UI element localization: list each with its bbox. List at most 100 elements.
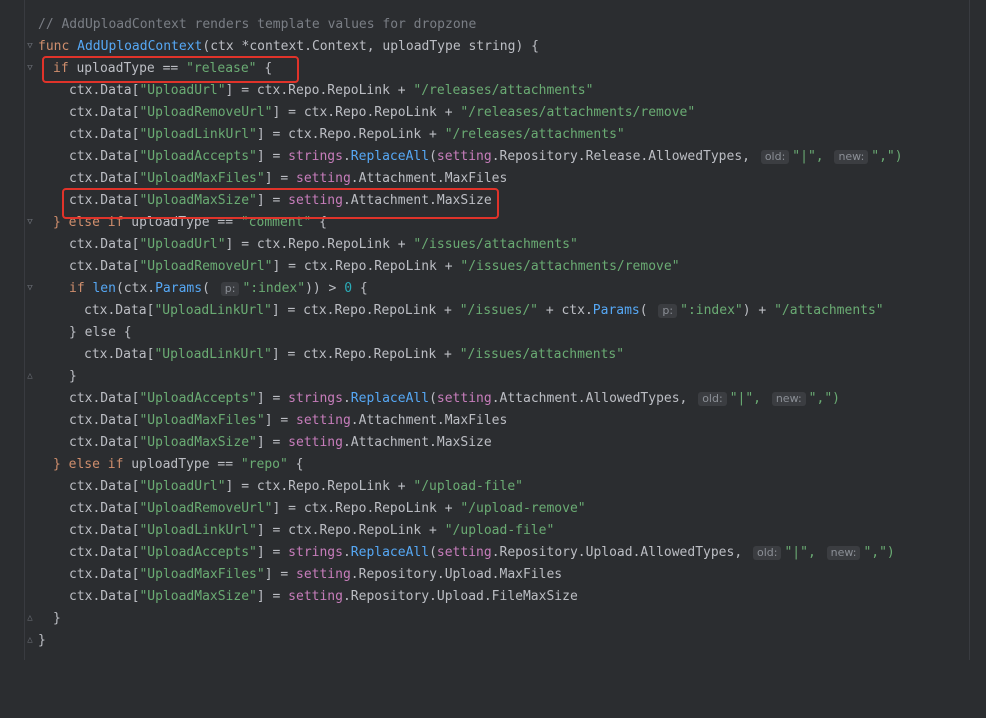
comma-string: ",") [871,149,903,164]
key-upload-remove-url: "UploadRemoveUrl" [139,259,273,274]
fold-collapse-icon[interactable]: ▽ [25,41,35,52]
code-line[interactable]: ctx.Data["UploadAccepts"] = strings.Repl… [0,388,986,410]
param-hint-old: old: [760,150,790,164]
fold-end-icon[interactable]: △ [25,613,35,624]
key-upload-link-url: "UploadLinkUrl" [154,303,272,318]
code-line[interactable]: ctx.Data["UploadRemoveUrl"] = ctx.Repo.R… [0,102,986,124]
code-line[interactable]: ctx.Data["UploadRemoveUrl"] = ctx.Repo.R… [0,498,986,520]
field-path: .Repository.Upload.MaxFiles [350,567,563,582]
function-params: (ctx *context.Context, uploadType string… [202,39,539,54]
code-line[interactable]: ctx.Data["UploadMaxFiles"] = setting.Rep… [0,564,986,586]
if-condition: uploadType == [123,215,241,230]
code-editor[interactable]: // AddUploadContext renders template val… [0,0,986,660]
code-line[interactable]: } else if uploadType == "repo" { [0,454,986,476]
code-line[interactable]: ▽ if len(ctx.Params( p: ":index")) > 0 { [0,278,986,300]
ctx-data: ctx.Data[ [69,413,140,428]
ctx-data: ctx.Data[ [69,83,140,98]
key-upload-accepts: "UploadAccepts" [139,149,257,164]
assign: ] = [256,149,289,164]
ctx-data: ctx.Data[ [69,545,140,560]
path-string: "/issues/" [459,303,538,318]
zero-number: 0 [344,281,353,296]
field-path: .Attachment.MaxSize [342,435,492,450]
ctx-data: ctx.Data[ [69,237,140,252]
code-line[interactable]: ctx.Data["UploadLinkUrl"] = ctx.Repo.Rep… [0,344,986,366]
code-line[interactable]: ▽ func AddUploadContext(ctx *context.Con… [0,36,986,58]
replace-all-fn: ReplaceAll [350,391,430,406]
replace-all-fn: ReplaceAll [350,545,430,560]
param-hint-new: new: [834,150,869,164]
open-brace: { [287,457,304,472]
param-hint-new: new: [826,546,861,560]
ctx-data: ctx.Data[ [69,105,140,120]
code-line[interactable]: ctx.Data["UploadMaxFiles"] = setting.Att… [0,168,986,190]
pipe-string: "|", [792,149,824,164]
else-if-keyword: } else if [53,215,124,230]
code-line[interactable]: ctx.Data["UploadLinkUrl"] = ctx.Repo.Rep… [0,124,986,146]
ctx-data: ctx.Data[ [69,149,140,164]
else-if-keyword: } else if [53,457,124,472]
code-line[interactable]: ctx.Data["UploadLinkUrl"] = ctx.Repo.Rep… [0,520,986,542]
ctx-data: ctx.Data[ [69,567,140,582]
code-line[interactable]: ctx.Data["UploadUrl"] = ctx.Repo.RepoLin… [0,80,986,102]
fold-collapse-icon[interactable]: ▽ [25,283,35,294]
key-upload-accepts: "UploadAccepts" [139,391,257,406]
setting-package: setting [296,567,351,582]
code-line[interactable]: ctx.Data["UploadLinkUrl"] = ctx.Repo.Rep… [0,300,986,322]
open-brace: { [311,215,327,230]
assign: ] = [271,347,304,362]
func-keyword: func [38,39,70,54]
key-upload-link-url: "UploadLinkUrl" [139,523,257,538]
fold-collapse-icon[interactable]: ▽ [25,217,35,228]
code-line[interactable]: // AddUploadContext renders template val… [0,14,986,36]
code-line[interactable]: ▽ } else if uploadType == "comment" { [0,212,986,234]
code-line[interactable]: ctx.Data["UploadMaxSize"] = setting.Atta… [0,432,986,454]
code-line[interactable]: ctx.Data["UploadRemoveUrl"] = ctx.Repo.R… [0,256,986,278]
key-upload-url: "UploadUrl" [139,479,226,494]
key-upload-url: "UploadUrl" [139,237,226,252]
param-hint-p: p: [220,282,240,296]
path-string: "/upload-file" [413,479,523,494]
if-keyword: if [53,61,69,76]
code-line[interactable]: ctx.Data["UploadMaxSize"] = setting.Atta… [0,190,986,212]
assign: ] = [256,545,289,560]
setting-package: setting [288,193,343,208]
ctx-data: ctx.Data[ [69,589,140,604]
code-line[interactable]: ▽ if uploadType == "release" { [0,58,986,80]
assign: ] = [264,567,296,582]
function-name: AddUploadContext [77,39,203,54]
strings-package: strings [288,149,343,164]
fold-collapse-icon[interactable]: ▽ [25,63,35,74]
code-line[interactable]: △ } [0,608,986,630]
fold-end-icon[interactable]: △ [25,371,35,382]
assign: ] = [256,193,289,208]
assign: ] = [272,259,304,274]
close-brace: } [53,611,61,626]
fold-end-icon[interactable]: △ [25,635,35,646]
repo-link: ctx.Repo.RepoLink + [288,523,445,538]
code-line[interactable]: ctx.Data["UploadUrl"] = ctx.Repo.RepoLin… [0,234,986,256]
code-line[interactable]: ctx.Data["UploadMaxFiles"] = setting.Att… [0,410,986,432]
ctx-data: ctx.Data[ [69,435,140,450]
setting-package: setting [436,545,492,560]
param-hint-p: p: [658,304,678,318]
repo-link: ctx.Repo.RepoLink + [256,479,414,494]
repo-link: ctx.Repo.RepoLink + [303,105,461,120]
path-string: "/attachments" [774,303,884,318]
pipe-string: "|", [729,391,761,406]
code-line[interactable]: } else { [0,322,986,344]
assign: ] = [256,589,289,604]
code-line[interactable]: △ } [0,366,986,388]
code-line[interactable]: ctx.Data["UploadAccepts"] = strings.Repl… [0,146,986,168]
assign: ] = [264,171,296,186]
assign: ] = [225,83,257,98]
index-string: ":index" [680,303,743,318]
code-line[interactable]: ctx.Data["UploadUrl"] = ctx.Repo.RepoLin… [0,476,986,498]
code-line[interactable]: ctx.Data["UploadMaxSize"] = setting.Repo… [0,586,986,608]
ctx-data: ctx.Data[ [69,193,140,208]
code-line[interactable]: ctx.Data["UploadAccepts"] = strings.Repl… [0,542,986,564]
ctx-data: ctx.Data[ [69,501,140,516]
ctx-data: ctx.Data[ [69,479,140,494]
assign: ] = [264,413,296,428]
code-line[interactable]: △ } [0,630,986,652]
